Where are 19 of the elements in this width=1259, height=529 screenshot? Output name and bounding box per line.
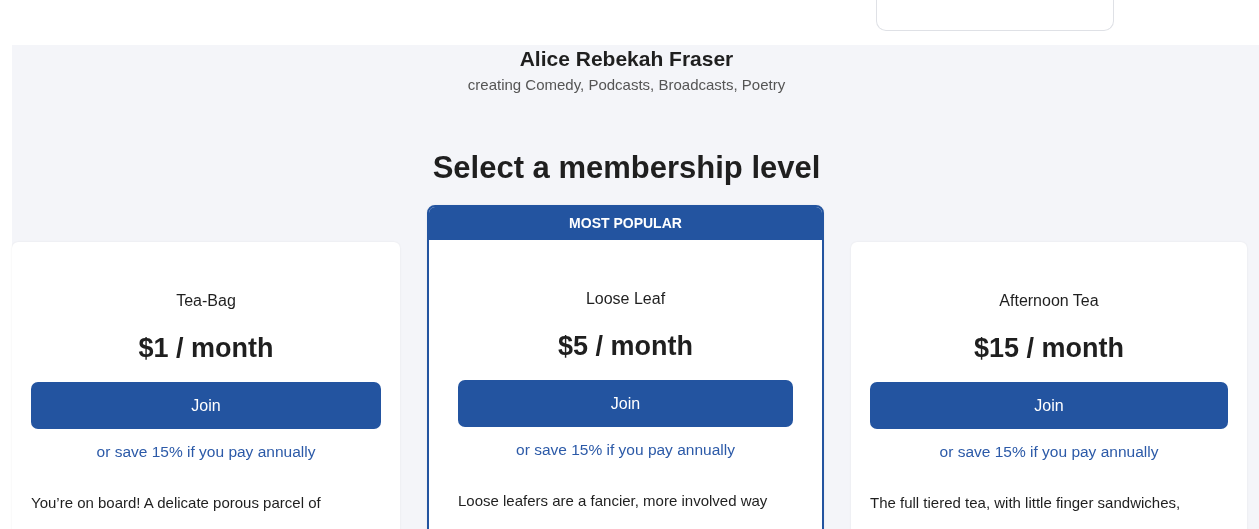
- page-heading: Select a membership level: [432, 149, 821, 187]
- annual-link[interactable]: or save 15% if you pay annually: [96, 443, 316, 461]
- join-button[interactable]: Join: [458, 380, 793, 427]
- annual-link[interactable]: or save 15% if you pay annually: [516, 441, 735, 459]
- tier-name: Afternoon Tea: [999, 291, 1099, 311]
- tier-price: $15 / month: [974, 332, 1124, 365]
- join-button[interactable]: Join: [870, 382, 1228, 429]
- tier-name: Loose Leaf: [585, 289, 666, 309]
- tier-description: Loose leafers are a fancier, more involved way: [458, 492, 769, 509]
- tier-description: The full tiered tea, with little finger sandwiches,: [870, 494, 1182, 511]
- creator-name: Alice Rebekah Fraser: [519, 46, 734, 72]
- tier-price: $5 / month: [558, 330, 693, 363]
- tier-name: Tea-Bag: [176, 291, 236, 311]
- creator-subtitle: creating Comedy, Podcasts, Broadcasts, Poetry: [467, 76, 786, 93]
- tier-price: $1 / month: [138, 332, 274, 365]
- popular-badge: MOST POPULAR: [429, 207, 822, 240]
- annual-link[interactable]: or save 15% if you pay annually: [939, 443, 1159, 461]
- join-button[interactable]: Join: [31, 382, 381, 429]
- tier-description: You’re on board! A delicate porous parcel of: [31, 494, 322, 511]
